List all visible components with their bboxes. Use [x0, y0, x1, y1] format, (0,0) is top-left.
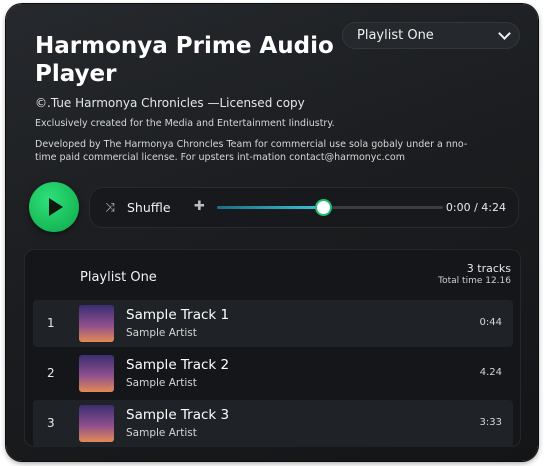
progress-handle[interactable]	[317, 201, 331, 214]
track-row[interactable]: 2 Sample Track 2 Sample Artist 4.24	[33, 350, 513, 397]
track-duration: 0:44	[479, 317, 502, 328]
total-time: Total time 12.16	[438, 276, 511, 286]
album-art	[79, 355, 114, 392]
player-window: Harmonya Prime Audio Player Playlist One…	[6, 4, 538, 461]
track-artist: Sample Artist	[126, 427, 197, 439]
play-icon	[49, 198, 63, 216]
chevron-down-icon	[498, 27, 511, 40]
track-name: Sample Track 3	[126, 407, 230, 423]
shuffle-icon[interactable]: ⤨	[103, 200, 117, 214]
track-duration: 4.24	[479, 367, 502, 378]
track-duration: 3:33	[479, 417, 502, 428]
plus-icon[interactable]: ✚	[194, 199, 205, 214]
progress-bar[interactable]	[217, 201, 443, 214]
shuffle-button[interactable]: Shuffle	[127, 200, 171, 215]
playlist-panel: Playlist One 3 tracks Total time 12.16 1…	[24, 249, 521, 447]
track-number: 3	[47, 416, 55, 430]
app-title: Harmonya Prime Audio Player	[35, 33, 334, 87]
playback-control-bar: ⤨ Shuffle ✚ 0:00 / 4:24	[89, 187, 519, 228]
track-artist: Sample Artist	[126, 377, 197, 389]
track-name: Sample Track 2	[126, 357, 230, 373]
license-text: Developed by The Harmonya Chroncles Team…	[35, 139, 468, 163]
exclusive-notice: Exclusively created for the Media and En…	[35, 118, 335, 129]
playlist-title: Playlist One	[80, 270, 157, 285]
track-artist: Sample Artist	[126, 327, 197, 339]
track-number: 2	[47, 366, 55, 380]
track-row[interactable]: 1 Sample Track 1 Sample Artist 0:44	[33, 300, 513, 347]
album-art	[79, 405, 114, 442]
album-art	[79, 305, 114, 342]
playlist-dropdown[interactable]: Playlist One	[342, 22, 520, 49]
play-button[interactable]	[29, 182, 79, 232]
copyright-line: ©.Tue Harmonya Chronicles —Licensed copy	[35, 96, 305, 110]
track-name: Sample Track 1	[126, 307, 230, 323]
progress-fill	[217, 206, 324, 209]
track-count: 3 tracks	[466, 262, 511, 275]
time-display: 0:00 / 4:24	[445, 201, 506, 214]
track-number: 1	[47, 316, 55, 330]
playlist-dropdown-value: Playlist One	[357, 28, 434, 43]
track-row[interactable]: 3 Sample Track 3 Sample Artist 3:33	[33, 400, 513, 447]
